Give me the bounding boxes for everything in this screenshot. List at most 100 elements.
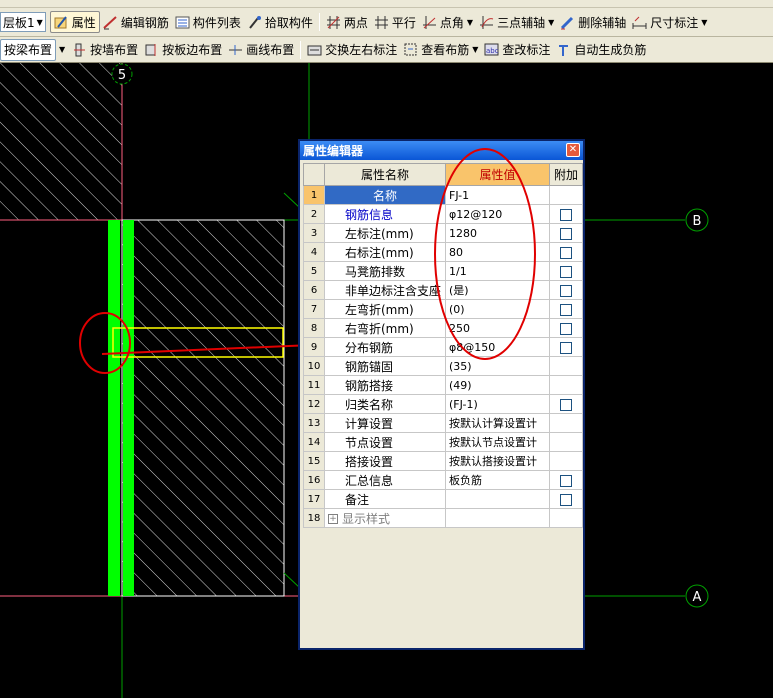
property-row[interactable]: 7 左弯折(mm) (0)	[303, 299, 583, 319]
rebar-strip-left[interactable]	[108, 220, 120, 596]
property-row[interactable]: 3 左标注(mm) 1280	[303, 223, 583, 243]
slab-hatch-upper[interactable]	[0, 63, 122, 220]
property-row[interactable]: 13 计算设置 按默认计算设置计	[303, 413, 583, 433]
property-value-cell[interactable]: (0)	[445, 299, 550, 319]
property-value-cell[interactable]: (FJ-1)	[445, 394, 550, 414]
dialog-title-bar[interactable]: 属性编辑器 ✕	[300, 141, 583, 160]
property-row[interactable]: 12 归类名称 (FJ-1)	[303, 394, 583, 414]
extra-checkbox[interactable]	[560, 284, 572, 297]
property-name-cell[interactable]: 钢筋搭接	[324, 375, 446, 395]
extra-checkbox[interactable]	[560, 341, 572, 354]
pick-component-button[interactable]: 拾取构件	[244, 11, 316, 33]
parallel-axis-button[interactable]: 平行	[371, 11, 419, 33]
property-name-cell[interactable]: 节点设置	[324, 432, 446, 452]
close-icon[interactable]: ✕	[566, 143, 580, 157]
property-name-cell[interactable]: 右弯折(mm)	[324, 318, 446, 338]
property-row[interactable]: 8 右弯折(mm) 250	[303, 318, 583, 338]
line-layout-button[interactable]: 画线布置	[225, 39, 297, 61]
property-row[interactable]: 1 名称 FJ-1	[303, 185, 583, 205]
parallel-axis-icon	[374, 15, 389, 30]
property-name-cell[interactable]: 搭接设置	[324, 451, 446, 471]
view-rebar-button[interactable]: 查看布筋 ▼	[400, 39, 481, 61]
property-value-cell[interactable]: (35)	[445, 356, 550, 376]
property-row[interactable]: 11 钢筋搭接 (49)	[303, 375, 583, 395]
property-row[interactable]: 6 非单边标注含支座 (是)	[303, 280, 583, 300]
row-number: 12	[303, 394, 325, 414]
property-value-cell[interactable]: φ8@150	[445, 337, 550, 357]
property-value-cell[interactable]: FJ-1	[445, 185, 550, 205]
beam-layout-select[interactable]: 按梁布置	[0, 38, 57, 61]
property-row[interactable]: 5 马凳筋排数 1/1	[303, 261, 583, 281]
property-value-cell[interactable]: (是)	[445, 280, 550, 300]
property-row[interactable]: 17 备注	[303, 489, 583, 509]
property-name-cell[interactable]: 钢筋信息	[324, 204, 446, 224]
property-value-cell[interactable]: 按默认搭接设置计	[445, 451, 550, 471]
delete-axis-button[interactable]: 删除辅轴	[557, 11, 629, 33]
property-name-cell[interactable]: 钢筋锚固	[324, 356, 446, 376]
extra-checkbox[interactable]	[560, 493, 572, 506]
property-row[interactable]: 14 节点设置 按默认节点设置计	[303, 432, 583, 452]
slab-edge-layout-button[interactable]: 按板边布置	[141, 39, 225, 61]
property-value-cell[interactable]	[445, 508, 550, 528]
property-value-cell[interactable]: (49)	[445, 375, 550, 395]
property-name-cell[interactable]: 右标注(mm)	[324, 242, 446, 262]
extra-checkbox[interactable]	[560, 246, 572, 259]
swap-annotation-button[interactable]: 交换左右标注	[304, 39, 400, 61]
parallel-axis-label: 平行	[391, 15, 416, 30]
extra-checkbox[interactable]	[560, 322, 572, 335]
property-value-cell[interactable]	[445, 489, 550, 509]
chevron-down-icon[interactable]: ▼	[59, 45, 65, 54]
property-name-cell[interactable]: 归类名称	[324, 394, 446, 414]
property-value-cell[interactable]: 250	[445, 318, 550, 338]
property-value-cell[interactable]: 1280	[445, 223, 550, 243]
slab-hatch-main[interactable]	[122, 220, 284, 596]
three-point-axis-button[interactable]: 三点辅轴 ▼	[476, 11, 557, 33]
component-list-icon	[175, 15, 190, 30]
axis-bubble-a[interactable]: A	[685, 584, 709, 608]
properties-button[interactable]: 属性	[49, 11, 100, 33]
property-value-cell[interactable]: 板负筋	[445, 470, 550, 490]
property-row[interactable]: 18 + 显示样式	[303, 508, 583, 528]
auto-negative-rebar-button[interactable]: 自动生成负筋	[553, 39, 649, 61]
property-value-cell[interactable]: 80	[445, 242, 550, 262]
extra-checkbox[interactable]	[560, 398, 572, 411]
property-name-cell[interactable]: 左弯折(mm)	[324, 299, 446, 319]
edit-annotation-button[interactable]: abc 查改标注	[481, 39, 553, 61]
property-name-cell[interactable]: 左标注(mm)	[324, 223, 446, 243]
extra-checkbox[interactable]	[560, 303, 572, 316]
property-name-cell[interactable]: 备注	[324, 489, 446, 509]
property-value-cell[interactable]: φ12@120	[445, 204, 550, 224]
property-value-cell[interactable]: 按默认计算设置计	[445, 413, 550, 433]
property-name-cell[interactable]: 名称	[324, 185, 446, 205]
property-value-cell[interactable]: 按默认节点设置计	[445, 432, 550, 452]
property-name-cell[interactable]: 汇总信息	[324, 470, 446, 490]
property-row[interactable]: 4 右标注(mm) 80	[303, 242, 583, 262]
property-row[interactable]: 10 钢筋锚固 (35)	[303, 356, 583, 376]
axis-bubble-b[interactable]: B	[685, 208, 709, 232]
property-name-cell[interactable]: 非单边标注含支座	[324, 280, 446, 300]
edit-rebar-button[interactable]: 编辑钢筋	[100, 11, 172, 33]
rebar-strip-right[interactable]	[123, 220, 134, 596]
extra-checkbox[interactable]	[560, 265, 572, 278]
property-value-cell[interactable]: 1/1	[445, 261, 550, 281]
property-row[interactable]: 2 钢筋信息 φ12@120	[303, 204, 583, 224]
extra-checkbox[interactable]	[560, 474, 572, 487]
wall-layout-button[interactable]: 按墙布置	[69, 39, 141, 61]
property-name-cell[interactable]: 分布钢筋	[324, 337, 446, 357]
extra-checkbox[interactable]	[560, 208, 572, 221]
property-name-cell[interactable]: + 显示样式	[324, 508, 446, 528]
property-row[interactable]: 15 搭接设置 按默认搭接设置计	[303, 451, 583, 471]
extra-checkbox[interactable]	[560, 227, 572, 240]
property-name: 名称	[372, 188, 397, 203]
expand-plus-icon[interactable]: +	[328, 514, 338, 524]
property-name-cell[interactable]: 计算设置	[324, 413, 446, 433]
point-angle-axis-button[interactable]: 点角 ▼	[419, 11, 476, 33]
floor-select[interactable]: 层板1 ▼	[0, 12, 46, 32]
property-row[interactable]: 9 分布钢筋 φ8@150	[303, 337, 583, 357]
component-list-button[interactable]: 构件列表	[172, 11, 244, 33]
property-row[interactable]: 16 汇总信息 板负筋	[303, 470, 583, 490]
dimension-button[interactable]: 尺寸标注 ▼	[629, 11, 710, 33]
axis-bubble-5[interactable]: 5	[111, 63, 133, 85]
property-name-cell[interactable]: 马凳筋排数	[324, 261, 446, 281]
two-point-axis-button[interactable]: 两点	[323, 11, 371, 33]
